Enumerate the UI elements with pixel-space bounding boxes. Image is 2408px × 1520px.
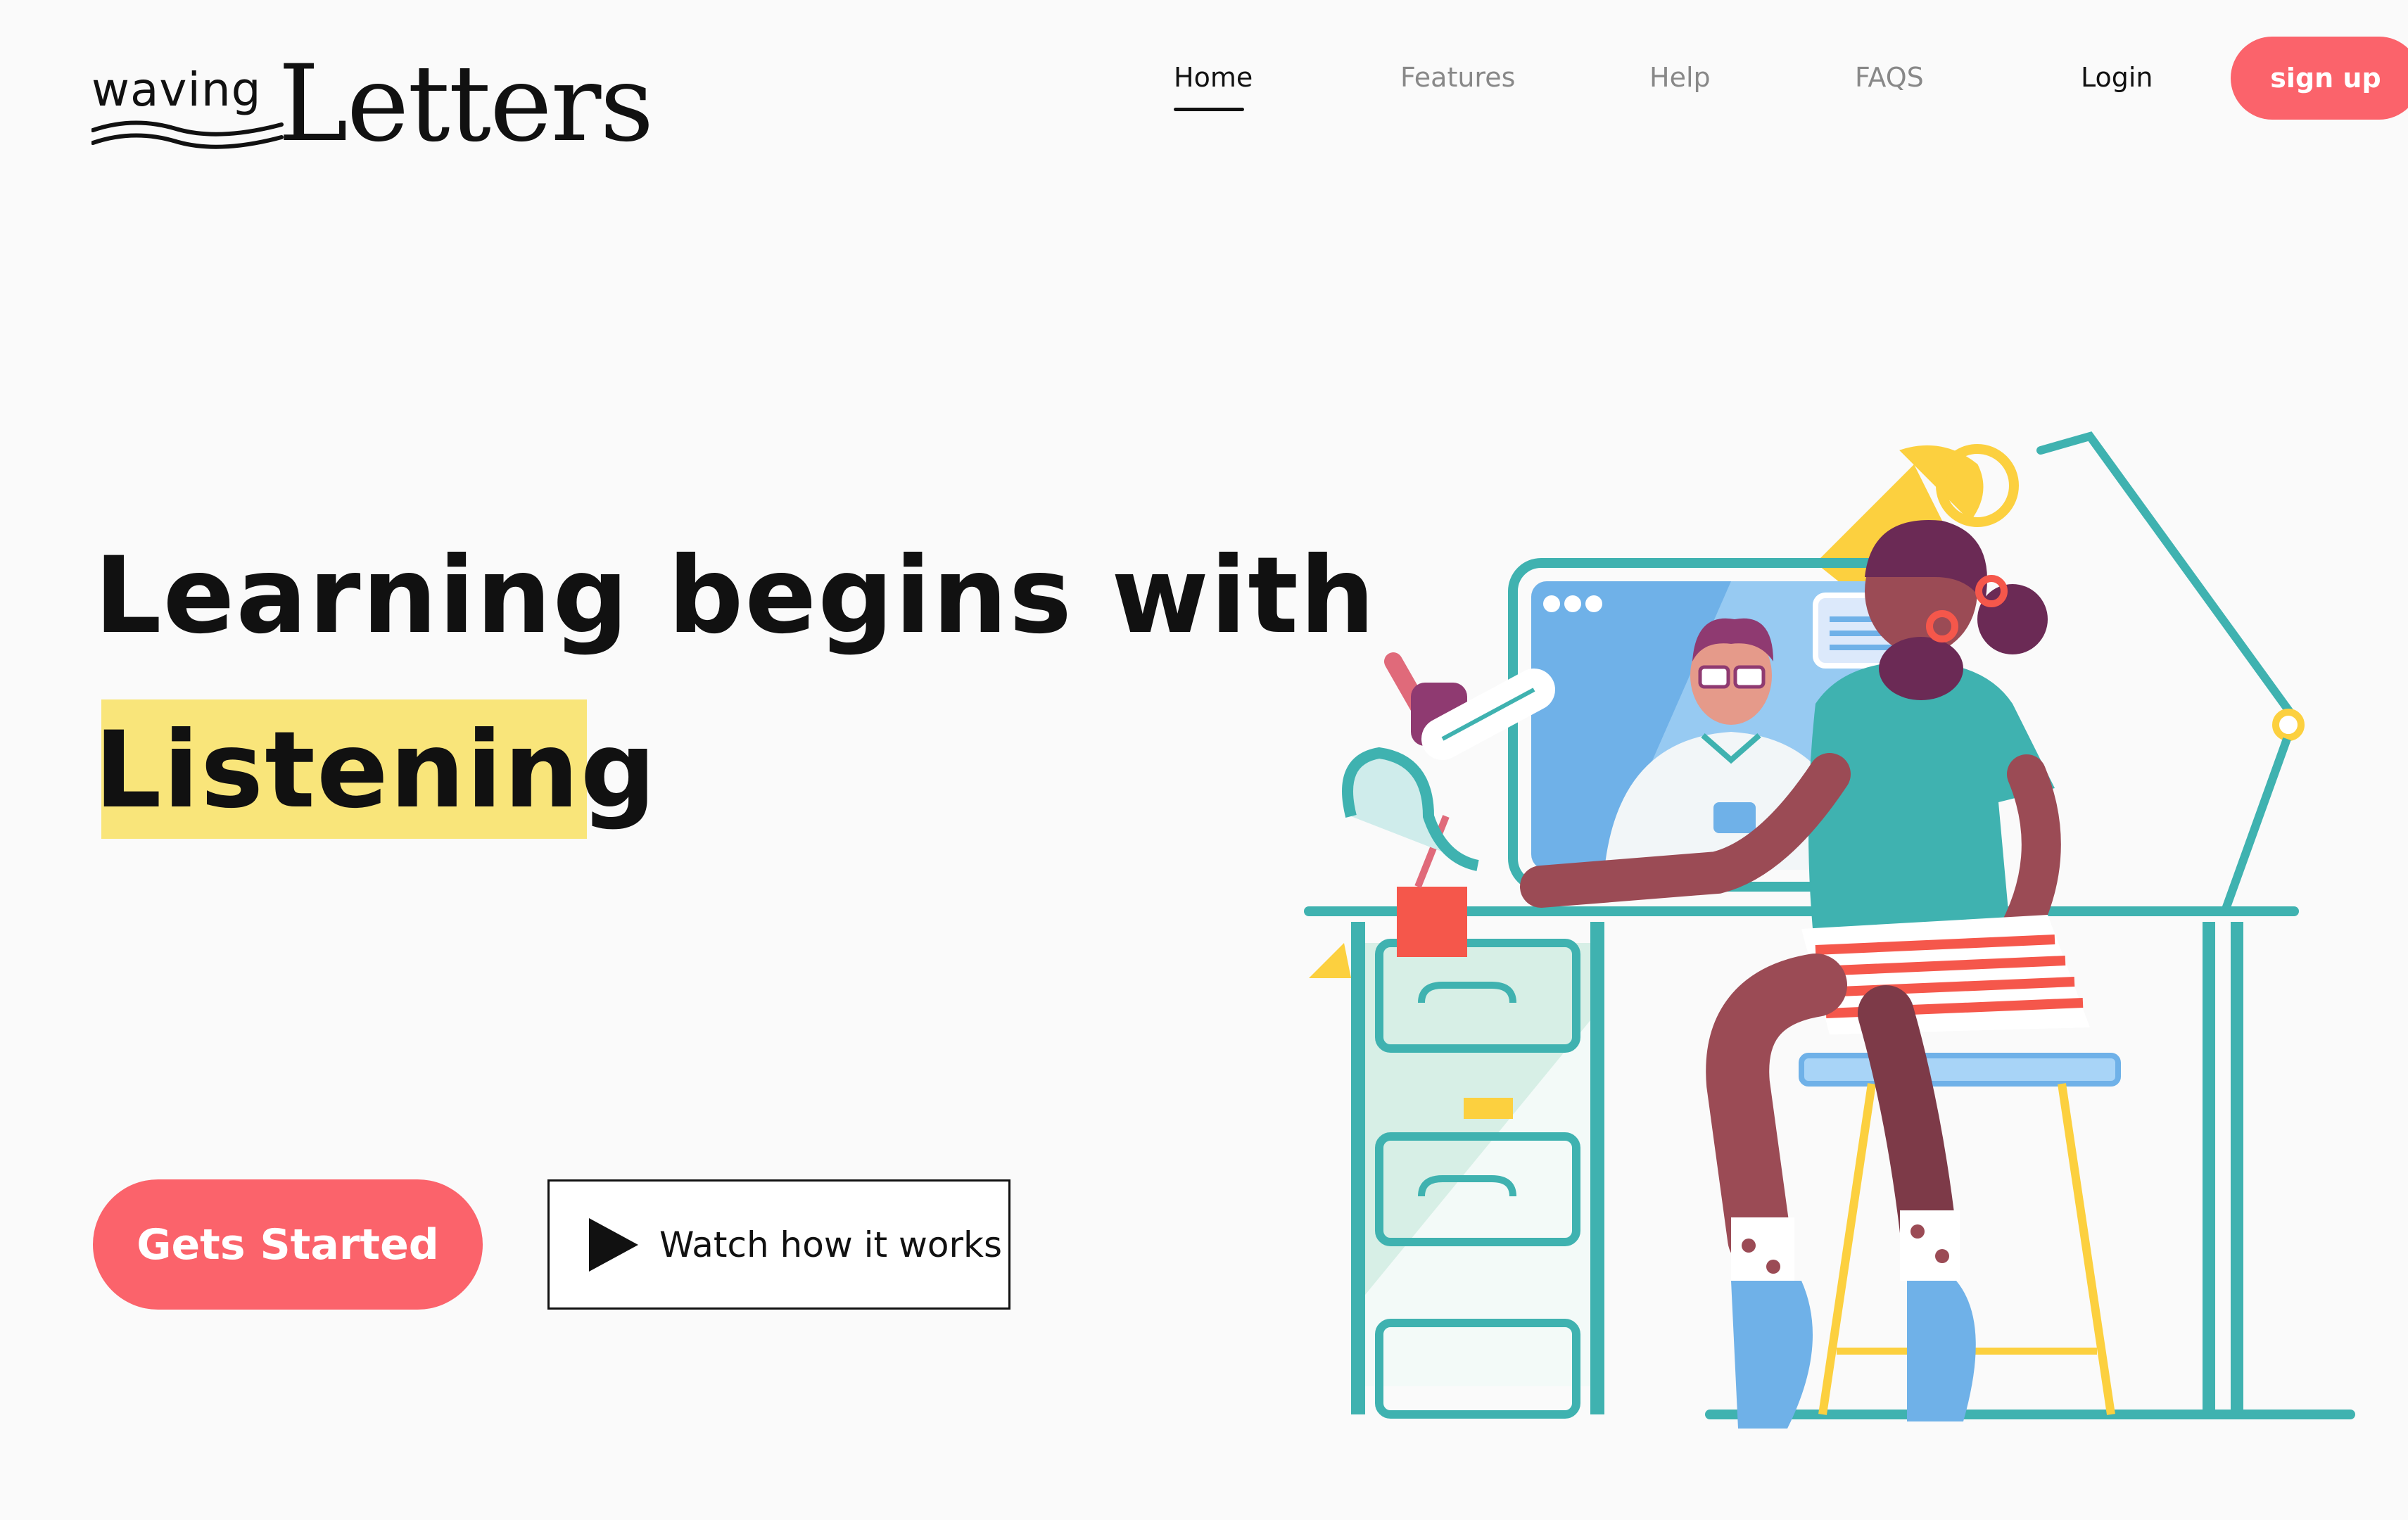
logo-prefix: waving [91,63,262,117]
paper-scroll-icon [1342,747,1479,871]
hero-headline-line1: Learning begins with [94,535,1376,657]
logo[interactable]: waving Letters [91,51,654,165]
login-link[interactable]: Login [2081,62,2153,93]
nav-faqs[interactable]: FAQS [1855,62,1924,93]
watch-video-button[interactable]: Watch how it works [547,1179,1010,1310]
logo-name: Letters [278,43,654,165]
hero-illustration [1304,431,2355,1429]
get-started-button[interactable]: Gets Started [93,1179,483,1310]
watch-video-label: Watch how it works [659,1224,1003,1265]
signup-button[interactable]: sign up [2231,37,2408,120]
play-icon [589,1217,638,1272]
nav-features[interactable]: Features [1400,62,1515,93]
hero-headline-line2: Listening [94,709,658,832]
desk-drawers [1351,922,1604,1419]
logo-swoosh-icon [91,120,284,149]
nav-help[interactable]: Help [1649,62,1711,93]
nav-home[interactable]: Home [1174,62,1253,93]
nav-active-underline [1174,108,1244,111]
